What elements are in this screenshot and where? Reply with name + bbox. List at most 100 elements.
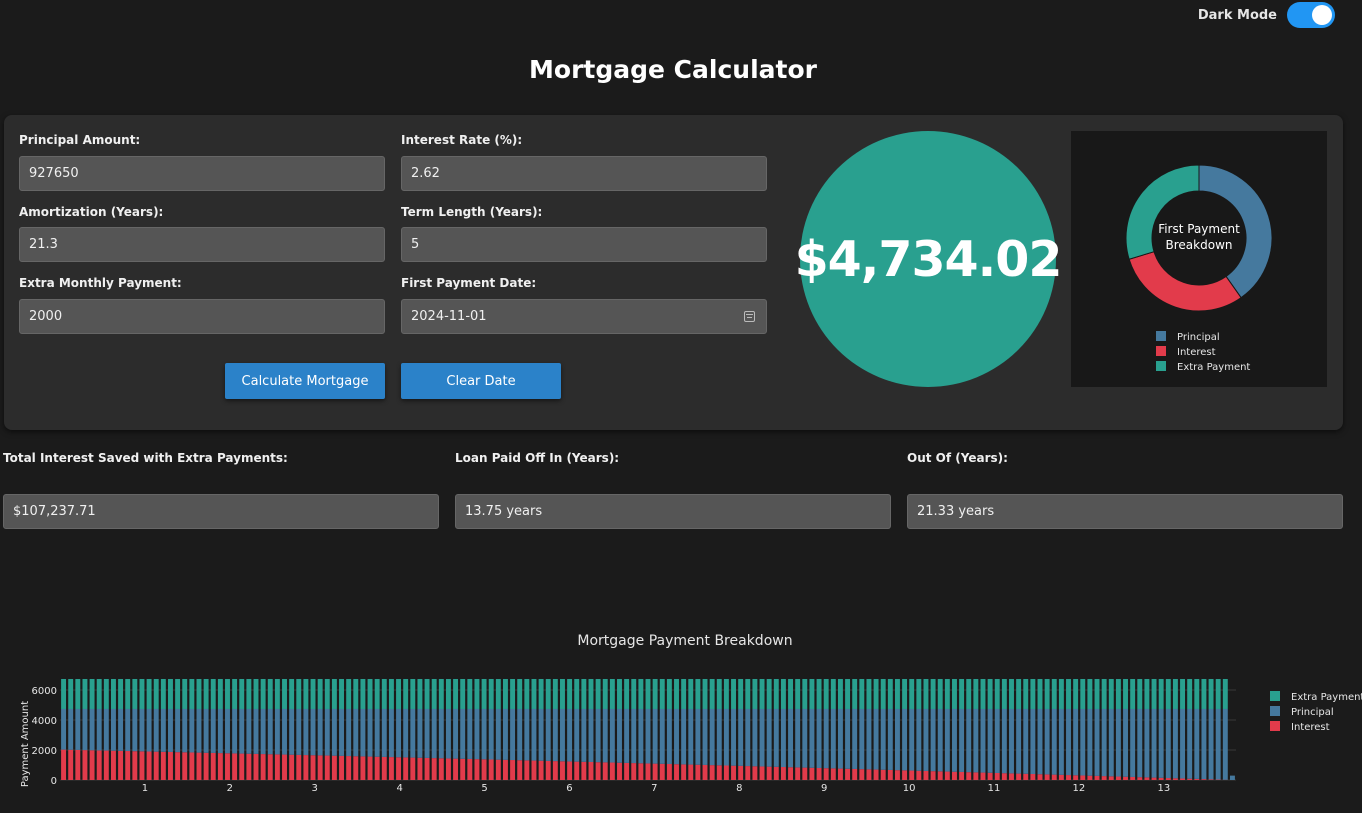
bar-interest[interactable] — [538, 760, 544, 780]
bar-extra-payment[interactable] — [203, 678, 209, 709]
bar-extra-payment[interactable] — [438, 678, 444, 709]
bar-principal[interactable] — [346, 708, 352, 757]
bar-principal[interactable] — [709, 708, 715, 766]
bar-interest[interactable] — [217, 753, 223, 780]
bar-extra-payment[interactable] — [1044, 678, 1050, 709]
bar-extra-payment[interactable] — [738, 678, 744, 709]
bar-interest[interactable] — [438, 758, 444, 780]
bar-extra-payment[interactable] — [282, 678, 287, 709]
bar-principal[interactable] — [930, 708, 936, 772]
bar-interest[interactable] — [89, 750, 95, 780]
bar-interest[interactable] — [225, 753, 230, 780]
bar-interest[interactable] — [1201, 779, 1207, 780]
bar-principal[interactable] — [189, 708, 195, 753]
bar-interest[interactable] — [930, 771, 936, 780]
bar-principal[interactable] — [624, 708, 630, 763]
bar-extra-payment[interactable] — [324, 678, 330, 709]
bar-extra-payment[interactable] — [909, 678, 915, 709]
bar-interest[interactable] — [139, 751, 145, 780]
bar-extra-payment[interactable] — [1137, 678, 1143, 709]
bar-interest[interactable] — [324, 755, 330, 780]
bar-extra-payment[interactable] — [488, 678, 494, 709]
bar-principal[interactable] — [125, 708, 131, 752]
bar-principal[interactable] — [1194, 708, 1200, 779]
bar-interest[interactable] — [502, 759, 508, 780]
calendar-icon[interactable] — [744, 311, 755, 322]
bar-principal[interactable] — [923, 708, 929, 771]
bar-interest[interactable] — [837, 768, 843, 780]
bar-principal[interactable] — [759, 708, 765, 767]
bar-principal[interactable] — [716, 708, 722, 766]
bar-interest[interactable] — [103, 750, 109, 780]
bar-interest[interactable] — [524, 760, 530, 780]
bar-principal[interactable] — [944, 708, 950, 772]
bar-principal[interactable] — [1037, 708, 1043, 775]
bar-extra-payment[interactable] — [1066, 678, 1071, 709]
donut-legend-label[interactable]: Interest — [1177, 347, 1216, 358]
clear-date-button[interactable]: Clear Date — [401, 363, 561, 399]
bar-interest[interactable] — [560, 761, 565, 780]
bar-interest[interactable] — [973, 772, 979, 780]
amortization-input[interactable]: 21.3 — [19, 227, 385, 262]
bar-extra-payment[interactable] — [1030, 678, 1036, 709]
extra-payment-input[interactable]: 2000 — [19, 299, 385, 334]
donut-legend-label[interactable]: Extra Payment — [1177, 362, 1250, 373]
bar-principal[interactable] — [339, 708, 344, 756]
bar-extra-payment[interactable] — [1194, 678, 1200, 709]
bar-extra-payment[interactable] — [317, 678, 323, 709]
bar-extra-payment[interactable] — [303, 678, 309, 709]
bar-principal[interactable] — [474, 708, 480, 760]
bar-principal[interactable] — [160, 708, 166, 752]
bar-interest[interactable] — [1144, 777, 1150, 780]
bar-interest[interactable] — [424, 757, 430, 780]
bar-interest[interactable] — [1158, 777, 1164, 780]
bar-extra-payment[interactable] — [745, 678, 751, 709]
bar-interest[interactable] — [937, 771, 943, 780]
bar-interest[interactable] — [723, 765, 729, 780]
bar-extra-payment[interactable] — [973, 678, 979, 709]
bar-interest[interactable] — [381, 756, 387, 780]
bar-extra-payment[interactable] — [916, 678, 922, 709]
bar-extra-payment[interactable] — [1009, 678, 1014, 709]
bar-principal[interactable] — [731, 708, 736, 766]
bar-interest[interactable] — [267, 754, 273, 780]
bar-principal[interactable] — [381, 708, 387, 757]
bar-interest[interactable] — [1123, 776, 1128, 780]
bar-extra-payment[interactable] — [1151, 678, 1157, 709]
bar-interest[interactable] — [353, 756, 359, 780]
bar-interest[interactable] — [609, 762, 615, 780]
bar-extra-payment[interactable] — [852, 678, 858, 709]
bar-interest[interactable] — [132, 751, 138, 780]
bar-interest[interactable] — [1137, 777, 1143, 780]
bar-principal[interactable] — [766, 708, 772, 767]
bar-extra-payment[interactable] — [346, 678, 352, 709]
bar-interest[interactable] — [1172, 778, 1178, 780]
bar-extra-payment[interactable] — [445, 678, 451, 709]
bar-principal[interactable] — [331, 708, 337, 756]
bar-interest[interactable] — [153, 751, 159, 780]
bar-interest[interactable] — [887, 769, 893, 780]
bar-principal[interactable] — [1172, 708, 1178, 779]
bar-interest[interactable] — [453, 758, 459, 780]
bar-extra-payment[interactable] — [125, 678, 131, 709]
bar-extra-payment[interactable] — [695, 678, 701, 709]
bar-extra-payment[interactable] — [103, 678, 109, 709]
bar-interest[interactable] — [1094, 775, 1100, 780]
bar-principal[interactable] — [289, 708, 295, 755]
bar-principal[interactable] — [239, 708, 245, 754]
bar-principal[interactable] — [481, 708, 487, 760]
bar-principal[interactable] — [75, 708, 81, 750]
bar-extra-payment[interactable] — [1165, 678, 1171, 709]
bar-principal[interactable] — [246, 708, 252, 754]
bar-extra-payment[interactable] — [1180, 678, 1186, 709]
bar-extra-payment[interactable] — [460, 678, 466, 709]
bar-principal[interactable] — [502, 708, 508, 760]
interest-rate-input[interactable]: 2.62 — [401, 156, 767, 191]
bar-interest[interactable] — [1180, 778, 1186, 780]
bar-extra-payment[interactable] — [374, 678, 380, 709]
bar-principal[interactable] — [823, 708, 829, 769]
bar-extra-payment[interactable] — [146, 678, 152, 709]
bar-interest[interactable] — [1023, 773, 1029, 780]
bar-principal[interactable] — [902, 708, 908, 771]
bar-interest[interactable] — [1208, 779, 1214, 780]
